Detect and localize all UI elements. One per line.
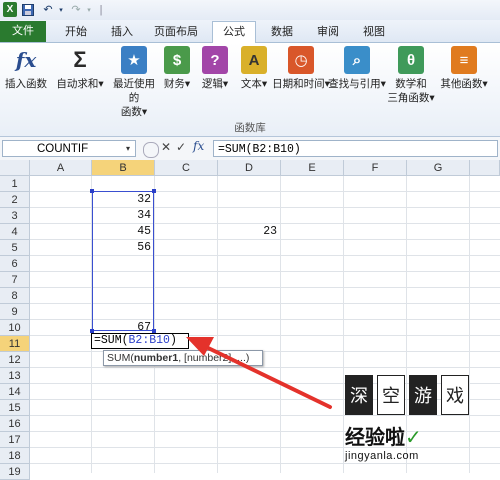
seal-char-4: 戏 (441, 375, 469, 415)
watermark-site-name: 经验啦✓ (345, 427, 422, 449)
watermark-seal: 深 空 游 戏 (345, 375, 495, 415)
seal-char-1: 深 (345, 375, 373, 415)
watermark-domain: jingyanla.com (345, 450, 419, 462)
seal-char-2: 空 (377, 375, 405, 415)
check-icon: ✓ (405, 427, 422, 449)
seal-char-3: 游 (409, 375, 437, 415)
watermark: 深 空 游 戏 经验啦✓ jingyanla.com (345, 375, 495, 471)
